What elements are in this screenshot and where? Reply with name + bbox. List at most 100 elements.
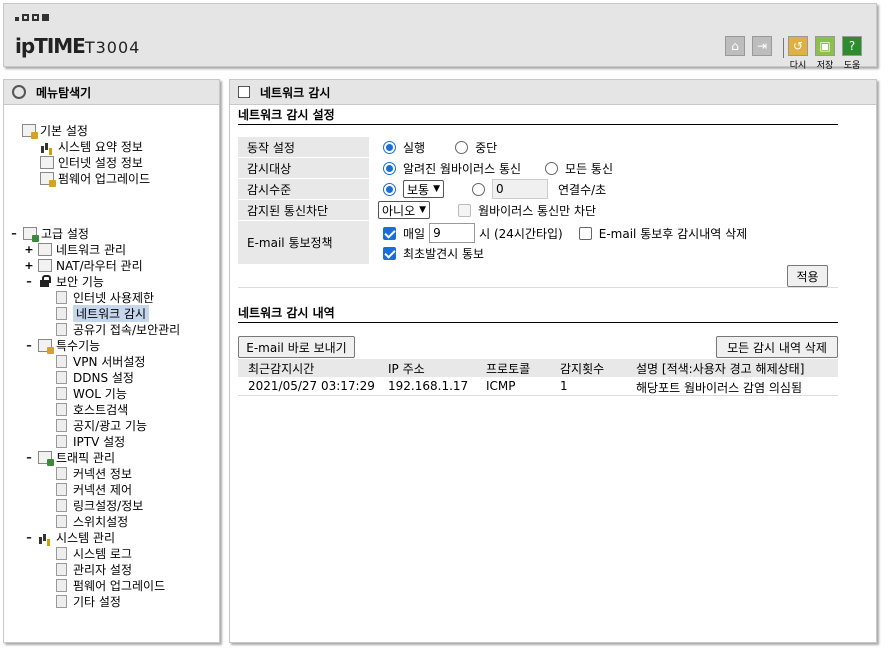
tree-item-router-access[interactable]: 공유기 접속/보안관리 — [56, 321, 180, 337]
col-protocol: 프로토콜 — [486, 362, 531, 376]
tree-item-label: 공유기 접속/보안관리 — [73, 322, 181, 337]
tree-special[interactable]: – 특수기능 — [24, 337, 100, 354]
logout-icon: ⇥ — [756, 39, 768, 53]
tree-item-ddns[interactable]: DDNS 설정 — [56, 369, 134, 385]
tree-item-label: VPN 서버설정 — [73, 354, 146, 369]
tree-item-label: 커넥션 제어 — [73, 482, 133, 497]
tree-item-label: 커넥션 정보 — [73, 466, 133, 481]
block-select-value: 아니오 — [382, 203, 416, 218]
apply-button[interactable]: 적용 — [787, 265, 828, 287]
tree-item-admin-settings[interactable]: 관리자 설정 — [56, 561, 132, 577]
expand-icon[interactable]: + — [24, 243, 34, 256]
tree-item-internet-restrict[interactable]: 인터넷 사용제한 — [56, 289, 154, 305]
tree-item-connection-info[interactable]: 커넥션 정보 — [56, 465, 132, 481]
level-preset-select[interactable]: 보통 ▼ — [403, 180, 445, 198]
tree-item-link-settings[interactable]: 링크설정/정보 — [56, 497, 143, 513]
menu-explorer-title: 메뉴탐색기 — [36, 85, 92, 100]
tree-item-label: DDNS 설정 — [73, 370, 134, 385]
model-name: T3004 — [84, 38, 141, 57]
collapse-icon[interactable]: – — [24, 275, 34, 288]
col-ip-address: IP 주소 — [388, 362, 425, 376]
page-icon — [56, 402, 67, 416]
col-description: 설명 [적색:사용자 경고 해제상태] — [636, 362, 805, 376]
operation-label: 동작 설정 — [238, 137, 369, 157]
tree-network-management[interactable]: + 네트워크 관리 — [24, 241, 126, 257]
delete-after-email-label: E-mail 통보후 감시내역 삭제 — [598, 226, 748, 241]
collapse-icon[interactable]: – — [9, 227, 19, 240]
delete-after-email-checkbox[interactable] — [578, 226, 592, 240]
home-button[interactable]: ⌂ — [725, 36, 745, 56]
stop-radio[interactable] — [455, 140, 469, 154]
tree-traffic[interactable]: – 트래픽 관리 — [24, 449, 115, 466]
tree-item-firmware-basic[interactable]: 펌웨어 업그레이드 — [40, 170, 150, 187]
chevron-down-icon: ▼ — [419, 205, 427, 215]
level-custom-radio[interactable] — [472, 182, 486, 196]
collapse-icon[interactable]: – — [24, 451, 34, 464]
logout-button[interactable]: ⇥ — [752, 36, 772, 56]
email-hour-input[interactable]: 9 — [429, 223, 476, 243]
all-traffic-radio[interactable] — [545, 161, 559, 175]
tree-item-host-search[interactable]: 호스트검색 — [56, 401, 128, 417]
collapse-icon[interactable]: – — [24, 531, 34, 544]
monitor-icon — [40, 155, 54, 169]
page-icon — [56, 290, 67, 304]
block-select[interactable]: 아니오 ▼ — [378, 201, 431, 219]
page-title: 네트워크 감시 — [260, 85, 331, 100]
delete-all-history-button[interactable]: 모든 감시 내역 삭제 — [716, 336, 838, 358]
page-icon — [56, 578, 67, 592]
email-now-button[interactable]: E-mail 바로 보내기 — [238, 336, 355, 358]
tree-item-connection-control[interactable]: 커넥션 제어 — [56, 481, 132, 497]
email-daily-checkbox[interactable] — [383, 226, 396, 240]
help-icon: ? — [848, 39, 856, 53]
collapse-icon[interactable]: – — [24, 339, 34, 352]
first-detect-label: 최초발견시 통보 — [403, 247, 485, 261]
block-label: 감지된 통신차단 — [238, 200, 369, 220]
tree-advanced-settings[interactable]: – 고급 설정 — [9, 225, 89, 242]
content-panel: 네트워크 감시 네트워크 감시 설정 동작 설정 실행 중단 감시대상 알려진 … — [229, 79, 877, 643]
logo: ipTIMET3004 — [15, 34, 140, 58]
worm-only-checkbox[interactable] — [458, 203, 472, 217]
tree-item-label: IPTV 설정 — [73, 434, 126, 449]
tree-item-iptv[interactable]: IPTV 설정 — [56, 433, 125, 449]
tree-item-vpn[interactable]: VPN 서버설정 — [56, 353, 145, 369]
level-unit: 연결수/초 — [558, 182, 607, 197]
tree-item-other-settings[interactable]: 기타 설정 — [56, 593, 121, 609]
page-icon — [56, 370, 67, 384]
tree-item-label: NAT/라우터 관리 — [56, 258, 143, 273]
traffic-icon — [38, 450, 54, 466]
tree-item-label-selected: 네트워크 감시 — [73, 304, 150, 322]
tree-item-network-monitor[interactable]: 네트워크 감시 — [56, 304, 150, 322]
tree-security[interactable]: – 보안 기능 — [24, 273, 104, 289]
tree-item-notice-ad[interactable]: 공지/광고 기능 — [56, 417, 147, 433]
tree-item-label: 스위치설정 — [73, 514, 129, 529]
settings-divider — [238, 287, 838, 288]
tree-item-wol[interactable]: WOL 기능 — [56, 385, 127, 401]
tree-item-system-summary[interactable]: 시스템 요약 정보 — [40, 138, 143, 154]
tree-item-switch-settings[interactable]: 스위치설정 — [56, 513, 128, 529]
tree-item-internet-info[interactable]: 인터넷 설정 정보 — [40, 154, 143, 170]
tree-item-label: 네트워크 관리 — [56, 242, 127, 257]
help-button[interactable]: ? — [842, 36, 862, 56]
expand-icon[interactable]: + — [24, 259, 34, 272]
first-detect-checkbox[interactable] — [383, 247, 396, 260]
tree-system[interactable]: – 시스템 관리 — [24, 529, 115, 545]
page-icon — [56, 482, 67, 496]
page-icon — [56, 434, 67, 448]
known-worm-label: 알려진 웜바이러스 통신 — [403, 161, 522, 176]
col-last-detected: 최근감지시간 — [248, 362, 315, 376]
tree-basic-settings[interactable]: 기본 설정 — [22, 122, 88, 139]
page-icon — [56, 466, 67, 480]
chart-icon — [38, 530, 52, 544]
known-worm-radio[interactable] — [383, 161, 396, 175]
tree-item-firmware-upgrade[interactable]: 펌웨어 업그레이드 — [56, 577, 165, 593]
save-button[interactable]: ▣ — [815, 36, 835, 56]
refresh-button[interactable]: ↺ — [788, 36, 808, 56]
email-label: E-mail 통보정책 — [238, 221, 369, 264]
level-custom-input[interactable]: 0 — [492, 179, 549, 199]
tree-nat-router[interactable]: + NAT/라우터 관리 — [24, 257, 143, 273]
tree-item-system-log[interactable]: 시스템 로그 — [56, 545, 132, 561]
level-label: 감시수준 — [238, 179, 369, 199]
chart-icon — [40, 139, 54, 153]
run-radio[interactable] — [383, 140, 396, 154]
level-preset-radio[interactable] — [383, 182, 396, 196]
